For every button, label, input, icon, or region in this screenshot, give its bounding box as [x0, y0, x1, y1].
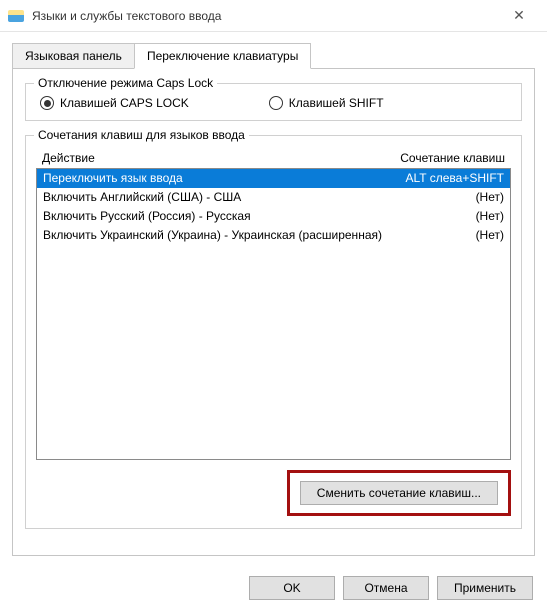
close-icon: ✕	[513, 7, 525, 24]
close-button[interactable]: ✕	[499, 2, 539, 30]
tab-label: Языковая панель	[25, 49, 122, 63]
radio-icon	[40, 96, 54, 110]
group-label: Отключение режима Caps Lock	[34, 76, 217, 90]
radio-caps-lock[interactable]: Клавишей CAPS LOCK	[40, 96, 189, 110]
window-icon	[8, 10, 24, 22]
tab-panel: Отключение режима Caps Lock Клавишей CAP…	[12, 68, 535, 556]
radio-icon	[269, 96, 283, 110]
highlight-box: Сменить сочетание клавиш...	[287, 470, 511, 516]
row-action: Переключить язык ввода	[43, 170, 394, 187]
list-headers: Действие Сочетание клавиш	[36, 148, 511, 168]
capslock-group: Отключение режима Caps Lock Клавишей CAP…	[25, 83, 522, 121]
row-hotkey: (Нет)	[394, 189, 504, 206]
list-row[interactable]: Включить Английский (США) - США (Нет)	[37, 188, 510, 207]
row-action: Включить Английский (США) - США	[43, 189, 394, 206]
tab-language-panel[interactable]: Языковая панель	[12, 43, 135, 69]
change-hotkey-button[interactable]: Сменить сочетание клавиш...	[300, 481, 498, 505]
change-button-row: Сменить сочетание клавиш...	[36, 470, 511, 516]
tab-strip: Языковая панель Переключение клавиатуры	[12, 42, 535, 68]
group-label: Сочетания клавиш для языков ввода	[34, 128, 249, 142]
radio-label: Клавишей CAPS LOCK	[60, 96, 189, 110]
window-title: Языки и службы текстового ввода	[32, 9, 499, 23]
list-row[interactable]: Переключить язык ввода ALT слева+SHIFT	[37, 169, 510, 188]
row-action: Включить Русский (Россия) - Русская	[43, 208, 394, 225]
dialog-content: Языковая панель Переключение клавиатуры …	[0, 32, 547, 566]
radio-shift[interactable]: Клавишей SHIFT	[269, 96, 384, 110]
list-row[interactable]: Включить Русский (Россия) - Русская (Нет…	[37, 207, 510, 226]
hotkey-listbox[interactable]: Переключить язык ввода ALT слева+SHIFT В…	[36, 168, 511, 460]
apply-button[interactable]: Применить	[437, 576, 533, 600]
tab-label: Переключение клавиатуры	[147, 49, 298, 63]
col-action-header: Действие	[42, 151, 375, 165]
ok-button[interactable]: OK	[249, 576, 335, 600]
radio-label: Клавишей SHIFT	[289, 96, 384, 110]
dialog-footer: OK Отмена Применить	[0, 566, 547, 612]
radio-row: Клавишей CAPS LOCK Клавишей SHIFT	[36, 96, 511, 110]
cancel-button[interactable]: Отмена	[343, 576, 429, 600]
titlebar: Языки и службы текстового ввода ✕	[0, 0, 547, 32]
tab-keyboard-switch[interactable]: Переключение клавиатуры	[134, 43, 311, 69]
row-hotkey: (Нет)	[394, 227, 504, 244]
hotkeys-group: Сочетания клавиш для языков ввода Действ…	[25, 135, 522, 529]
row-action: Включить Украинский (Украина) - Украинск…	[43, 227, 394, 244]
row-hotkey: ALT слева+SHIFT	[394, 170, 504, 187]
list-row[interactable]: Включить Украинский (Украина) - Украинск…	[37, 226, 510, 245]
col-hotkey-header: Сочетание клавиш	[375, 151, 505, 165]
row-hotkey: (Нет)	[394, 208, 504, 225]
